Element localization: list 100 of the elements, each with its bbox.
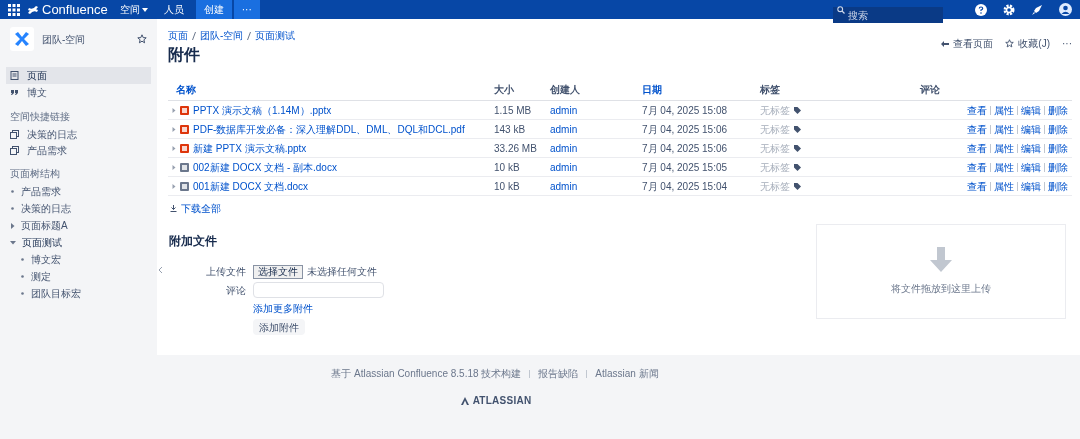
row-action-link[interactable]: 查看 <box>967 121 987 137</box>
confluence-logo-icon <box>28 4 38 15</box>
row-action-link[interactable]: 属性 <box>994 178 1014 194</box>
shortcut-link[interactable]: 产品需求 <box>6 142 151 158</box>
atlassian-logo-icon <box>460 396 469 405</box>
labels-text: 无标签 <box>760 141 790 156</box>
nav-menu-item[interactable]: 人员 <box>159 2 188 17</box>
page-tree-item[interactable]: 决策的日志 <box>6 200 151 217</box>
file-icon <box>180 162 189 172</box>
page-action-button[interactable]: 查看页面 <box>941 36 994 51</box>
sidebar-nav-item[interactable]: 页面 <box>6 67 151 84</box>
expand-icon <box>172 126 176 132</box>
row-action-link[interactable]: 编辑 <box>1021 159 1041 175</box>
section-title: 页面树结构 <box>9 167 61 181</box>
footer-link[interactable]: Atlassian 新闻 <box>595 366 659 381</box>
caret-right-icon <box>10 222 15 229</box>
create-button[interactable]: 创建 <box>195 0 232 19</box>
footer-link[interactable]: 报告缺陷 <box>538 366 579 381</box>
user-link[interactable]: admin <box>542 121 634 137</box>
labels-text: 无标签 <box>760 179 790 194</box>
help-icon <box>975 3 987 16</box>
search-icon <box>837 5 845 14</box>
caret-icon <box>141 7 148 12</box>
download-all-link[interactable]: 下载全部 <box>170 201 221 216</box>
star-icon <box>1005 39 1015 48</box>
bullet-icon <box>10 189 15 194</box>
row-action-link[interactable]: 编辑 <box>1021 140 1041 156</box>
row-action-link[interactable]: 属性 <box>994 159 1014 175</box>
table-cell-text: 33.26 MB <box>493 141 538 156</box>
caret-down-icon <box>10 240 16 245</box>
row-action-link[interactable]: 删除 <box>1048 140 1068 156</box>
row-action-link[interactable]: 查看 <box>967 159 987 175</box>
row-action-link[interactable]: 删除 <box>1048 159 1068 175</box>
arrow-left-icon <box>941 40 950 47</box>
page-tree-item[interactable]: 测定 <box>6 268 151 285</box>
tag-icon <box>794 106 801 114</box>
row-action-link[interactable]: 属性 <box>994 102 1014 118</box>
user-link[interactable]: admin <box>542 159 634 175</box>
file-link[interactable]: 001新建 DOCX 文档.docx <box>193 178 309 194</box>
add-more-link[interactable]: 添加更多附件 <box>253 301 313 316</box>
column-header: 大小 <box>493 83 515 97</box>
table-cell-text: 7月 04, 2025 15:04 <box>641 179 729 194</box>
table-cell-text: 10 kB <box>493 179 521 194</box>
row-action-link[interactable]: 删除 <box>1048 102 1068 118</box>
nav-menu-item[interactable]: 空间 <box>115 2 152 17</box>
row-action-link[interactable]: 编辑 <box>1021 178 1041 194</box>
app-switcher-icon <box>8 3 20 16</box>
breadcrumb-link[interactable]: 页面 <box>168 28 188 43</box>
page-tree-item[interactable]: 页面标题A <box>6 217 151 234</box>
page-action-button[interactable]: 收藏(J) <box>1005 36 1050 51</box>
shortcut-link[interactable]: 决策的日志 <box>6 126 151 142</box>
table-cell-text: 7月 04, 2025 15:08 <box>641 103 729 118</box>
page-action-button[interactable]: ··· <box>1062 36 1072 51</box>
column-header[interactable]: 日期 <box>634 82 752 97</box>
footer-link[interactable]: 基于 Atlassian Confluence 8.5.18 技术构建 <box>331 366 522 381</box>
file-link[interactable]: PPTX 演示文稿（1.14M）.pptx <box>193 102 332 118</box>
table-cell-text: 143 kB <box>493 122 527 137</box>
space-name: 团队-空间 <box>42 32 87 47</box>
page-icon <box>10 71 19 80</box>
sidebar-nav-item[interactable]: 博文 <box>6 84 151 101</box>
row-action-link[interactable]: 查看 <box>967 140 987 156</box>
page-tree-item[interactable]: 产品需求 <box>6 183 151 200</box>
row-action-link[interactable]: 编辑 <box>1021 102 1041 118</box>
page-tree-item[interactable]: 博文宏 <box>6 251 151 268</box>
choose-file-button[interactable]: 选择文件 <box>253 264 303 279</box>
row-action-link[interactable]: 查看 <box>967 178 987 194</box>
row-action-link[interactable]: 删除 <box>1048 178 1068 194</box>
file-link[interactable]: 002新建 DOCX 文档 - 副本.docx <box>193 159 337 175</box>
file-icon <box>180 124 189 134</box>
row-action-link[interactable]: 属性 <box>994 121 1014 137</box>
separator-icon <box>247 31 252 40</box>
tag-icon <box>794 163 801 171</box>
more-button[interactable]: ··· <box>233 0 260 19</box>
file-link[interactable]: PDF-数据库开发必备：深入理解DDL、DML、DQL和DCL.pdf <box>193 121 465 137</box>
download-icon <box>170 205 177 212</box>
breadcrumb-link[interactable]: 页面测试 <box>255 28 296 43</box>
tag-icon <box>794 125 801 133</box>
row-action-link[interactable]: 查看 <box>967 102 987 118</box>
section-heading: 附加文件 <box>169 233 218 250</box>
search-field[interactable]: 搜索 <box>833 7 943 23</box>
quote-icon <box>10 88 19 97</box>
table-cell-text: 7月 04, 2025 15:06 <box>641 141 729 156</box>
add-attachment-button[interactable]: 添加附件 <box>253 319 305 335</box>
bullet-icon <box>10 206 15 211</box>
column-header[interactable]: 名称 <box>168 82 486 97</box>
user-link[interactable]: admin <box>542 140 634 156</box>
file-link[interactable]: 新建 PPTX 演示文稿.pptx <box>193 140 307 156</box>
breadcrumb-link[interactable]: 团队-空间 <box>200 28 244 43</box>
row-action-link[interactable]: 编辑 <box>1021 121 1041 137</box>
page-tree-item[interactable]: 页面测试 <box>6 234 151 251</box>
page-tree-item[interactable]: 团队目标宏 <box>6 285 151 302</box>
expand-icon <box>172 183 176 189</box>
user-link[interactable]: admin <box>542 178 634 194</box>
row-action-link[interactable]: 删除 <box>1048 121 1068 137</box>
user-link[interactable]: admin <box>542 102 634 118</box>
star-icon <box>137 34 147 44</box>
row-action-link[interactable]: 属性 <box>994 140 1014 156</box>
column-header: 评论 <box>919 83 941 97</box>
comment-field[interactable] <box>253 282 384 298</box>
file-status-text: 未选择任何文件 <box>307 265 377 279</box>
